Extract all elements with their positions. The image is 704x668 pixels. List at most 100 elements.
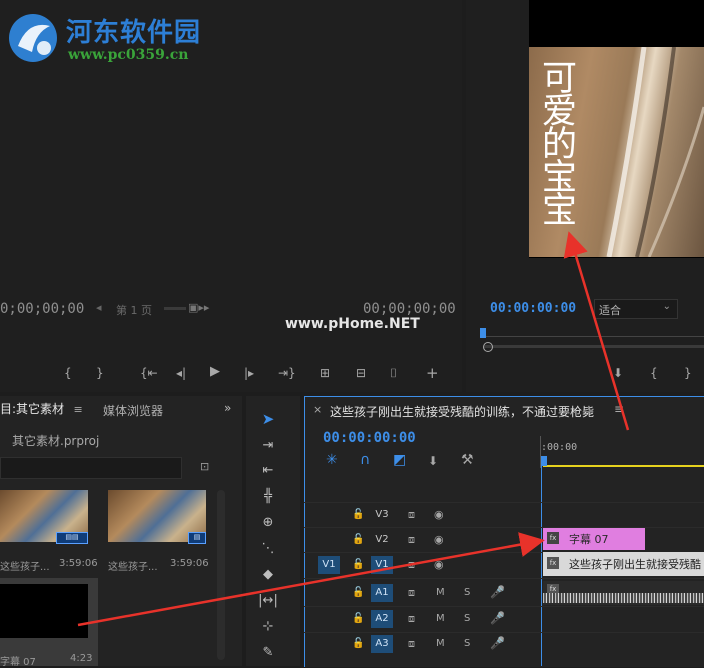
wrench-icon[interactable]: ⚒ (461, 453, 474, 467)
expand-panels-icon[interactable]: » (224, 401, 231, 415)
program-mark-out-icon[interactable]: } (684, 366, 692, 380)
hand-tool-icon[interactable]: ✎ (257, 644, 279, 662)
nest-toggle-icon[interactable]: ✳ (326, 453, 338, 467)
panel-menu-icon[interactable]: ≡ (74, 403, 83, 416)
sync-lock-icon[interactable]: ⧈ (408, 558, 415, 572)
snap-icon[interactable]: ∩ (360, 453, 370, 467)
eye-icon[interactable]: ◉ (434, 558, 444, 572)
lock-icon[interactable]: 🔓 (352, 612, 364, 626)
razor-tool-icon[interactable]: ⋱ (257, 540, 279, 558)
sequence-menu-icon[interactable]: ≡ (614, 402, 624, 416)
audio-clip[interactable]: fx (543, 581, 704, 605)
eye-icon[interactable]: ◉ (434, 508, 444, 522)
project-search-input[interactable] (0, 457, 182, 479)
timeline-timecode[interactable]: 00:00:00:00 (323, 430, 416, 446)
ruler-start-label: :00:00 (541, 442, 578, 453)
caption-text: 可爱的宝宝 (536, 59, 576, 224)
mark-out-icon[interactable]: } (96, 366, 104, 380)
step-forward-icon[interactable]: |▸ (244, 366, 254, 380)
work-area-bar[interactable] (543, 465, 704, 467)
overwrite-icon[interactable]: ⊟ (356, 366, 366, 380)
zoom-handle[interactable] (483, 342, 493, 352)
source-page-nav[interactable]: ◂ 第 1 页 ▣▸▸ (96, 301, 226, 317)
project-item-1[interactable]: ▤▤ 这些孩子... 3:59:06 (0, 490, 98, 573)
slip-tool-icon[interactable]: ◆ (257, 566, 279, 584)
lock-icon[interactable]: 🔓 (352, 558, 364, 572)
track-label-v2[interactable]: V2 (371, 531, 393, 549)
rolling-edit-tool-icon[interactable]: ╬ (257, 488, 279, 506)
new-search-bin-icon[interactable]: ⊡ (200, 460, 209, 473)
lock-icon[interactable]: 🔓 (352, 637, 364, 651)
solo-button[interactable]: S (464, 612, 470, 626)
track-label-a1[interactable]: A1 (371, 584, 393, 602)
track-v1: V1 🔓 V1 ⧈ ◉ (304, 555, 540, 575)
program-timecode[interactable]: 00:00:00:00 (490, 301, 576, 316)
microphone-icon[interactable]: 🎤 (490, 611, 505, 625)
source-patch-v1[interactable]: V1 (318, 556, 340, 574)
source-page-label: 第 1 页 (116, 304, 152, 317)
lock-icon[interactable]: 🔓 (352, 508, 364, 522)
clip-badge-icon: ▤▤ (56, 532, 88, 544)
insert-icon[interactable]: ⊞ (320, 366, 330, 380)
go-to-in-icon[interactable]: {⇤ (140, 366, 158, 380)
microphone-icon[interactable]: 🎤 (490, 585, 505, 599)
track-a3: 🔓 A3 ⧈ M S 🎤 (304, 634, 540, 654)
project-file-name: 其它素材.prproj (12, 434, 100, 448)
slide-tool-icon[interactable]: |↔| (257, 592, 279, 610)
chevron-down-icon: ⌄ (662, 301, 671, 312)
close-icon[interactable]: × (313, 403, 322, 416)
export-frame-icon[interactable]: ⌷ (390, 366, 397, 380)
mute-button[interactable]: M (436, 612, 445, 626)
mute-button[interactable]: M (436, 637, 445, 651)
track-v2: 🔓 V2 ⧈ ◉ (304, 530, 540, 550)
project-item-name: 这些孩子... (0, 562, 50, 573)
track-label-a2[interactable]: A2 (371, 610, 393, 628)
pen-tool-icon[interactable]: ⊹ (257, 618, 279, 636)
lock-icon[interactable]: 🔓 (352, 533, 364, 547)
source-timecode-left: 0;00;00;00 (0, 301, 85, 317)
play-icon[interactable]: ▶ (210, 365, 220, 379)
solo-button[interactable]: S (464, 586, 470, 600)
project-item-2[interactable]: ▤ 这些孩子... 3:59:06 (108, 490, 209, 573)
track-a2: 🔓 A2 ⧈ M S 🎤 (304, 609, 540, 629)
selection-tool-icon[interactable]: ➤ (257, 410, 279, 428)
track-a1: 🔓 A1 ⧈ M S 🎤 (304, 583, 540, 603)
button-editor-plus-icon[interactable]: + (426, 366, 439, 381)
microphone-icon[interactable]: 🎤 (490, 636, 505, 650)
project-item-3[interactable]: 字幕 07 4:23 (0, 578, 98, 668)
sync-lock-icon[interactable]: ⧈ (408, 637, 415, 651)
project-scrollbar[interactable] (217, 490, 225, 660)
program-mini-timeline[interactable] (480, 328, 704, 352)
track-select-tool-icon[interactable]: ⇥ (257, 437, 279, 455)
program-mark-in-icon[interactable]: { (650, 366, 658, 380)
title-clip[interactable]: fx 字幕 07 (543, 528, 645, 550)
mute-button[interactable]: M (436, 586, 445, 600)
sync-lock-icon[interactable]: ⧈ (408, 533, 415, 547)
tab-media-browser[interactable]: 媒体浏览器 (103, 402, 163, 419)
linked-selection-icon[interactable]: ◩ (393, 453, 406, 467)
fx-badge-icon: fx (547, 557, 559, 569)
sync-lock-icon[interactable]: ⧈ (408, 612, 415, 626)
track-label-v1[interactable]: V1 (371, 556, 393, 574)
rate-stretch-tool-icon[interactable]: ⊕ (257, 514, 279, 532)
mark-in-icon[interactable]: { (64, 366, 72, 380)
playhead[interactable] (541, 456, 547, 466)
go-to-out-icon[interactable]: ⇥} (278, 366, 296, 380)
ripple-edit-tool-icon[interactable]: ⇤ (257, 462, 279, 480)
fit-dropdown[interactable]: 适合 ⌄ (594, 299, 678, 319)
fit-dropdown-label: 适合 (599, 304, 621, 317)
step-back-icon[interactable]: ◂| (176, 366, 186, 380)
time-ruler[interactable]: :00:00 (540, 436, 704, 468)
track-label-v3[interactable]: V3 (371, 506, 393, 524)
lock-icon[interactable]: 🔓 (352, 586, 364, 600)
add-marker-timeline-icon[interactable]: ⬇ (428, 454, 438, 468)
add-marker-icon[interactable]: ⬇ (613, 366, 623, 380)
tab-project[interactable]: 目:其它素材 ≡ (0, 400, 83, 422)
eye-icon[interactable]: ◉ (434, 533, 444, 547)
sync-lock-icon[interactable]: ⧈ (408, 508, 415, 522)
sequence-tab-title[interactable]: 这些孩子刚出生就接受残酷的训练，不通过要枪毙 (330, 403, 594, 420)
sync-lock-icon[interactable]: ⧈ (408, 586, 415, 600)
track-label-a3[interactable]: A3 (371, 635, 393, 653)
solo-button[interactable]: S (464, 637, 470, 651)
video-clip[interactable]: fx 这些孩子刚出生就接受残酷 (543, 552, 704, 576)
